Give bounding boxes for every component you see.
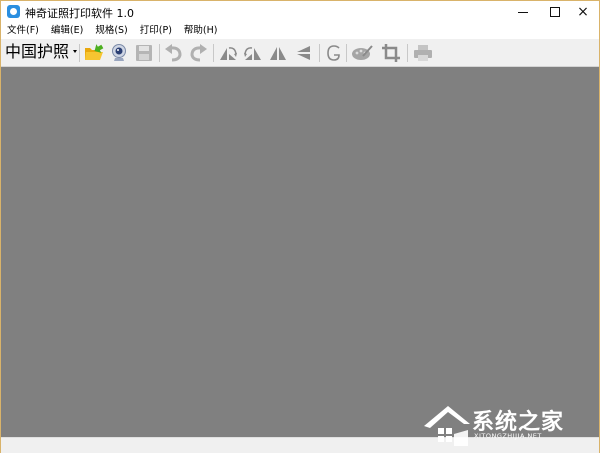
menu-print[interactable]: 打印(P) (134, 23, 178, 39)
toolbar-separator (407, 44, 408, 62)
toolbar-separator (159, 44, 160, 62)
toolbar-separator (213, 44, 214, 62)
open-button[interactable] (83, 42, 105, 63)
menu-spec[interactable]: 规格(S) (89, 23, 133, 39)
flip-horizontal-button[interactable] (267, 42, 289, 63)
undo-icon (165, 43, 182, 61)
flip-horizontal-icon (270, 46, 286, 60)
rotate-left-button[interactable] (217, 42, 239, 63)
g-icon (327, 44, 340, 61)
house-logo-icon (424, 406, 470, 446)
redo-icon (190, 43, 207, 61)
minimize-button[interactable] (505, 1, 541, 23)
flip-vertical-button[interactable] (292, 42, 314, 63)
watermark: 系统之家 XITONGZHIJIA.NET (416, 398, 600, 453)
menu-bar: 文件(F) 编辑(E) 规格(S) 打印(P) 帮助(H) (1, 23, 599, 39)
color-button[interactable] (351, 42, 373, 63)
printer-icon (414, 44, 432, 61)
window-title: 神奇证照打印软件 1.0 (25, 7, 134, 20)
open-folder-icon (85, 43, 104, 60)
app-window: 神奇证照打印软件 1.0 × 文件(F) 编辑(E) 规格(S) 打印(P) 帮… (0, 0, 600, 453)
palette-icon (352, 44, 373, 60)
flip-vertical-icon (297, 45, 310, 60)
crop-icon (382, 43, 400, 62)
toolbar-separator (79, 44, 80, 62)
minimize-icon (518, 11, 528, 13)
title-bar[interactable]: 神奇证照打印软件 1.0 × (1, 1, 599, 23)
rotate-right-button[interactable] (242, 42, 264, 63)
toolbar-separator (319, 44, 320, 62)
watermark-subtitle: XITONGZHIJIA.NET (474, 432, 542, 440)
menu-help[interactable]: 帮助(H) (178, 23, 224, 39)
print-button[interactable] (412, 42, 434, 63)
menu-edit[interactable]: 编辑(E) (45, 23, 89, 39)
grayscale-button[interactable] (323, 42, 345, 63)
rotate-right-icon (244, 46, 261, 60)
save-icon (136, 44, 152, 61)
rotate-left-icon (220, 46, 237, 60)
toolbar-separator (346, 44, 347, 62)
close-icon: × (577, 4, 589, 20)
chevron-down-icon[interactable] (73, 50, 77, 53)
spec-dropdown[interactable]: 中国护照 (5, 42, 69, 62)
save-button[interactable] (133, 42, 155, 63)
crop-button[interactable] (380, 42, 402, 63)
undo-button[interactable] (163, 42, 185, 63)
camera-button[interactable] (108, 42, 130, 63)
toolbar: 中国护照 (1, 39, 599, 67)
redo-button[interactable] (187, 42, 209, 63)
maximize-icon (550, 7, 560, 17)
photo-canvas[interactable] (1, 67, 599, 437)
close-button[interactable]: × (565, 1, 600, 23)
app-logo-icon (7, 5, 20, 18)
menu-file[interactable]: 文件(F) (1, 23, 45, 39)
camera-icon (112, 43, 126, 61)
